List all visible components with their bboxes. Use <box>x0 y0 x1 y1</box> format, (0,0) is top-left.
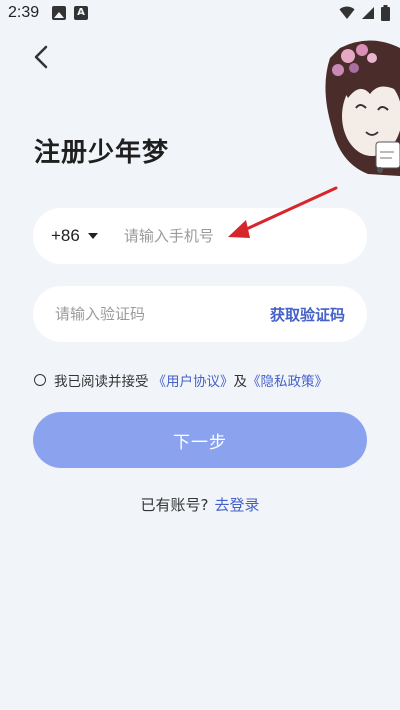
mascot-illustration <box>325 40 400 176</box>
agreement-and: 及 <box>233 374 248 390</box>
country-code-selector[interactable]: +86 <box>51 226 98 246</box>
next-step-button[interactable]: 下一步 <box>33 412 367 468</box>
phone-field: +86 <box>33 208 367 264</box>
verification-code-field: 获取验证码 <box>33 286 367 342</box>
back-button[interactable] <box>26 42 56 72</box>
agreement-prefix: 我已阅读并接受 <box>54 374 149 390</box>
status-time: 2:39 <box>8 4 40 21</box>
signal-icon <box>362 7 374 19</box>
status-bar: 2:39 A <box>0 0 400 28</box>
agreement-row: 我已阅读并接受 《用户协议》 及 《隐私政策》 <box>34 370 328 390</box>
agreement-checkbox[interactable] <box>34 374 46 386</box>
user-agreement-link[interactable]: 《用户协议》 <box>153 370 234 390</box>
phone-input[interactable] <box>121 226 306 246</box>
battery-icon <box>381 5 390 21</box>
status-left-icons: A <box>52 6 88 20</box>
privacy-policy-link[interactable]: 《隐私政策》 <box>247 370 328 390</box>
a-icon: A <box>74 6 88 20</box>
page-title: 注册少年梦 <box>34 138 170 168</box>
login-prompt: 已有账号? <box>140 496 209 514</box>
verification-code-input[interactable] <box>53 304 237 324</box>
caret-down-icon <box>87 233 98 239</box>
chevron-left-icon <box>34 45 48 69</box>
get-code-button[interactable]: 获取验证码 <box>270 304 345 325</box>
login-row: 已有账号? 去登录 <box>0 494 400 515</box>
status-right-icons <box>339 5 390 21</box>
country-code-label: +86 <box>51 226 80 245</box>
login-link[interactable]: 去登录 <box>214 496 259 514</box>
photo-icon <box>52 6 66 20</box>
wifi-icon <box>339 6 355 19</box>
